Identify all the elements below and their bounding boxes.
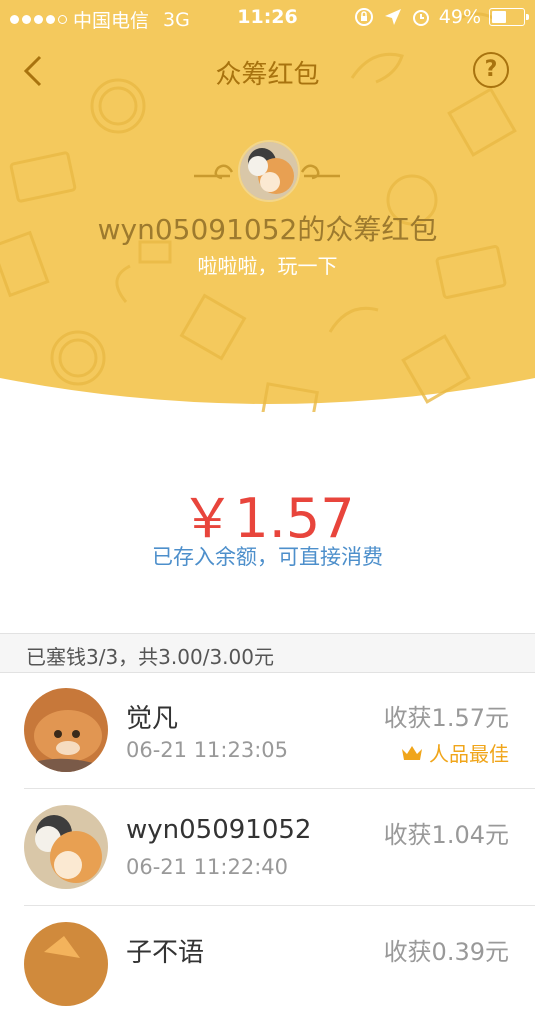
contributor-avatar [24, 688, 108, 772]
balance-note-link[interactable]: 已存入余额，可直接消费 [0, 541, 535, 571]
battery-icon [489, 8, 529, 26]
contributor-avatar [24, 805, 108, 889]
contributor-received: 收获1.04元 [383, 821, 509, 849]
best-luck-label: 人品最佳 [429, 742, 509, 766]
crown-icon [402, 745, 422, 760]
status-bar: 中国电信 3G 11:26 49% [0, 0, 535, 36]
contributor-received: 收获1.57元 [383, 704, 509, 732]
location-arrow-icon [384, 9, 401, 25]
contributor-time: 06-21 11:22:40 [126, 855, 289, 879]
red-envelope-header: 中国电信 3G 11:26 49% 众筹红包 ? wyn05091052的众筹红… [0, 0, 535, 412]
contributor-time: 06-21 11:23:05 [126, 738, 289, 762]
rotation-lock-icon [354, 8, 373, 26]
envelope-wish: 啦啦啦，玩一下 [197, 254, 338, 278]
help-button[interactable]: ? [473, 52, 509, 88]
page-title: 众筹红包 [215, 60, 320, 90]
navigation-bar: 众筹红包 ? [0, 48, 535, 94]
contributor-avatar [24, 922, 108, 1006]
envelope-owner-title: wyn05091052的众筹红包 [97, 213, 438, 246]
list-item[interactable]: 子不语 收获0.39元 [0, 906, 535, 1022]
contribution-summary: 已塞钱3/3，共3.00/3.00元 [0, 633, 535, 673]
contributor-name: 子不语 [126, 938, 205, 968]
contributor-name: wyn05091052 [126, 815, 312, 845]
contributor-name: 觉凡 [126, 704, 179, 734]
alarm-icon [412, 10, 429, 26]
best-luck-badge: 人品最佳 [401, 738, 509, 767]
summary-text: 已塞钱3/3，共3.00/3.00元 [26, 645, 274, 669]
owner-avatar [238, 140, 300, 202]
list-item[interactable]: wyn05091052 06-21 11:22:40 收获1.04元 [0, 789, 535, 905]
battery-percent: 49% [438, 6, 481, 28]
list-item[interactable]: 觉凡 06-21 11:23:05 收获1.57元 人品最佳 [0, 672, 535, 788]
